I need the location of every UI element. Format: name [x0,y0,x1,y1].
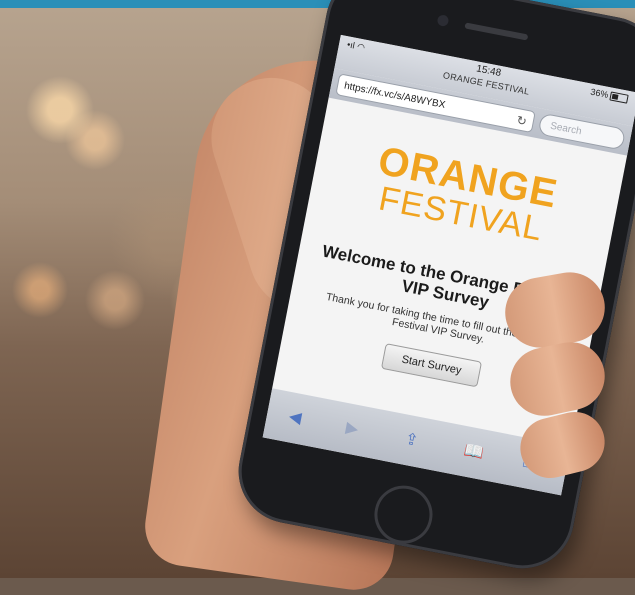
front-camera [436,14,450,28]
refresh-icon[interactable]: ↻ [515,109,529,133]
battery-percent: 36% [589,86,610,100]
bookmarks-icon[interactable]: 📖 [462,440,485,463]
back-icon[interactable]: ◀ [287,406,303,428]
home-button[interactable] [369,480,438,549]
share-icon[interactable]: ⇪ [403,429,420,451]
forward-icon[interactable]: ▶ [344,417,360,439]
start-survey-button[interactable]: Start Survey [380,343,483,388]
earpiece-speaker [464,22,529,41]
